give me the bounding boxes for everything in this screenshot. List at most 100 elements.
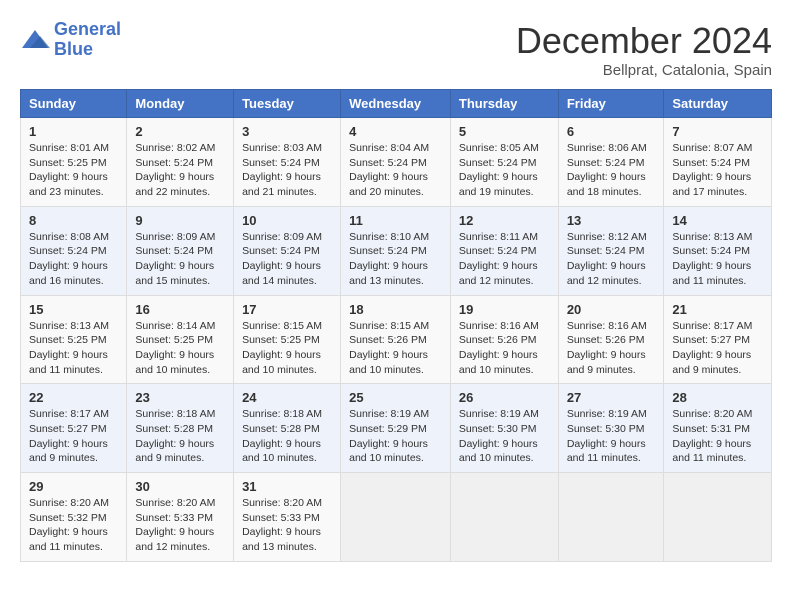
calendar-cell: 27 Sunrise: 8:19 AMSunset: 5:30 PMDayligh… [558, 384, 664, 473]
logo: GeneralBlue [20, 20, 121, 60]
calendar-cell: 7 Sunrise: 8:07 AMSunset: 5:24 PMDaylight… [664, 118, 772, 207]
calendar-cell: 14 Sunrise: 8:13 AMSunset: 5:24 PMDayligh… [664, 206, 772, 295]
logo-text: GeneralBlue [54, 20, 121, 60]
header-row: Sunday Monday Tuesday Wednesday Thursday… [21, 90, 772, 118]
day-info: Sunrise: 8:18 AMSunset: 5:28 PMDaylight:… [242, 407, 332, 466]
day-number: 14 [672, 213, 763, 228]
day-number: 30 [135, 479, 225, 494]
day-info: Sunrise: 8:13 AMSunset: 5:25 PMDaylight:… [29, 319, 118, 378]
calendar-row: 8Sunrise: 8:08 AMSunset: 5:24 PMDaylight… [21, 206, 772, 295]
calendar-cell: 5Sunrise: 8:05 AMSunset: 5:24 PMDaylight… [450, 118, 558, 207]
day-info: Sunrise: 8:18 AMSunset: 5:28 PMDaylight:… [135, 407, 225, 466]
calendar-cell: 30Sunrise: 8:20 AMSunset: 5:33 PMDayligh… [127, 473, 234, 562]
page-header: GeneralBlue December 2024 Bellprat, Cata… [20, 20, 772, 79]
day-info: Sunrise: 8:19 AMSunset: 5:29 PMDaylight:… [349, 407, 442, 466]
day-number: 3 [242, 124, 332, 139]
calendar-cell: 22 Sunrise: 8:17 AMSunset: 5:27 PMDayligh… [21, 384, 127, 473]
day-number: 10 [242, 213, 332, 228]
day-number: 17 [242, 302, 332, 317]
col-sunday: Sunday [21, 90, 127, 118]
col-friday: Friday [558, 90, 664, 118]
col-monday: Monday [127, 90, 234, 118]
calendar-cell: 31 Sunrise: 8:20 AMSunset: 5:33 PMDayligh… [234, 473, 341, 562]
calendar-cell: 1Sunrise: 8:01 AMSunset: 5:25 PMDaylight… [21, 118, 127, 207]
calendar-cell: 9 Sunrise: 8:09 AMSunset: 5:24 PMDaylight… [127, 206, 234, 295]
col-saturday: Saturday [664, 90, 772, 118]
day-number: 22 [29, 390, 118, 405]
day-info: Sunrise: 8:16 AMSunset: 5:26 PMDaylight:… [567, 319, 656, 378]
day-info: Sunrise: 8:20 AMSunset: 5:32 PMDaylight:… [29, 496, 118, 555]
calendar-cell: 26Sunrise: 8:19 AMSunset: 5:30 PMDayligh… [450, 384, 558, 473]
calendar-cell: 16 Sunrise: 8:14 AMSunset: 5:25 PMDayligh… [127, 295, 234, 384]
calendar-cell: 11 Sunrise: 8:10 AMSunset: 5:24 PMDayligh… [341, 206, 451, 295]
day-number: 28 [672, 390, 763, 405]
logo-icon [20, 28, 50, 52]
day-number: 20 [567, 302, 656, 317]
day-number: 23 [135, 390, 225, 405]
calendar-cell: 8Sunrise: 8:08 AMSunset: 5:24 PMDaylight… [21, 206, 127, 295]
day-number: 9 [135, 213, 225, 228]
calendar-cell [450, 473, 558, 562]
day-number: 12 [459, 213, 550, 228]
day-info: Sunrise: 8:20 AMSunset: 5:33 PMDaylight:… [242, 496, 332, 555]
location: Bellprat, Catalonia, Spain [516, 62, 772, 79]
calendar-row: 22 Sunrise: 8:17 AMSunset: 5:27 PMDayligh… [21, 384, 772, 473]
day-info: Sunrise: 8:10 AMSunset: 5:24 PMDaylight:… [349, 230, 442, 289]
day-number: 27 [567, 390, 656, 405]
month-title: December 2024 [516, 20, 772, 62]
day-info: Sunrise: 8:19 AMSunset: 5:30 PMDaylight:… [567, 407, 656, 466]
calendar-cell [558, 473, 664, 562]
calendar-cell: 23 Sunrise: 8:18 AMSunset: 5:28 PMDayligh… [127, 384, 234, 473]
day-info: Sunrise: 8:17 AMSunset: 5:27 PMDaylight:… [29, 407, 118, 466]
day-info: Sunrise: 8:06 AMSunset: 5:24 PMDaylight:… [567, 141, 656, 200]
title-block: December 2024 Bellprat, Catalonia, Spain [516, 20, 772, 79]
day-number: 6 [567, 124, 656, 139]
calendar-cell: 10 Sunrise: 8:09 AMSunset: 5:24 PMDayligh… [234, 206, 341, 295]
calendar-cell [341, 473, 451, 562]
day-info: Sunrise: 8:17 AMSunset: 5:27 PMDaylight:… [672, 319, 763, 378]
calendar-cell: 25 Sunrise: 8:19 AMSunset: 5:29 PMDayligh… [341, 384, 451, 473]
calendar-row: 1Sunrise: 8:01 AMSunset: 5:25 PMDaylight… [21, 118, 772, 207]
day-info: Sunrise: 8:15 AMSunset: 5:26 PMDaylight:… [349, 319, 442, 378]
day-number: 1 [29, 124, 118, 139]
calendar-cell: 29 Sunrise: 8:20 AMSunset: 5:32 PMDayligh… [21, 473, 127, 562]
day-number: 16 [135, 302, 225, 317]
day-info: Sunrise: 8:04 AMSunset: 5:24 PMDaylight:… [349, 141, 442, 200]
col-thursday: Thursday [450, 90, 558, 118]
calendar-cell: 18 Sunrise: 8:15 AMSunset: 5:26 PMDayligh… [341, 295, 451, 384]
calendar-cell: 28 Sunrise: 8:20 AMSunset: 5:31 PMDayligh… [664, 384, 772, 473]
calendar-cell: 15Sunrise: 8:13 AMSunset: 5:25 PMDayligh… [21, 295, 127, 384]
day-info: Sunrise: 8:12 AMSunset: 5:24 PMDaylight:… [567, 230, 656, 289]
calendar-row: 29 Sunrise: 8:20 AMSunset: 5:32 PMDayligh… [21, 473, 772, 562]
calendar-cell: 17Sunrise: 8:15 AMSunset: 5:25 PMDayligh… [234, 295, 341, 384]
day-number: 19 [459, 302, 550, 317]
day-number: 25 [349, 390, 442, 405]
day-number: 21 [672, 302, 763, 317]
day-info: Sunrise: 8:11 AMSunset: 5:24 PMDaylight:… [459, 230, 550, 289]
day-number: 11 [349, 213, 442, 228]
calendar-table: Sunday Monday Tuesday Wednesday Thursday… [20, 89, 772, 562]
calendar-cell: 3Sunrise: 8:03 AMSunset: 5:24 PMDaylight… [234, 118, 341, 207]
day-number: 7 [672, 124, 763, 139]
calendar-row: 15Sunrise: 8:13 AMSunset: 5:25 PMDayligh… [21, 295, 772, 384]
day-number: 31 [242, 479, 332, 494]
day-info: Sunrise: 8:02 AMSunset: 5:24 PMDaylight:… [135, 141, 225, 200]
day-info: Sunrise: 8:13 AMSunset: 5:24 PMDaylight:… [672, 230, 763, 289]
calendar-cell: 13 Sunrise: 8:12 AMSunset: 5:24 PMDayligh… [558, 206, 664, 295]
day-number: 18 [349, 302, 442, 317]
day-number: 5 [459, 124, 550, 139]
calendar-cell: 19Sunrise: 8:16 AMSunset: 5:26 PMDayligh… [450, 295, 558, 384]
day-info: Sunrise: 8:09 AMSunset: 5:24 PMDaylight:… [135, 230, 225, 289]
calendar-cell: 20 Sunrise: 8:16 AMSunset: 5:26 PMDayligh… [558, 295, 664, 384]
day-info: Sunrise: 8:09 AMSunset: 5:24 PMDaylight:… [242, 230, 332, 289]
calendar-cell: 24 Sunrise: 8:18 AMSunset: 5:28 PMDayligh… [234, 384, 341, 473]
day-number: 26 [459, 390, 550, 405]
day-number: 13 [567, 213, 656, 228]
calendar-cell [664, 473, 772, 562]
day-info: Sunrise: 8:14 AMSunset: 5:25 PMDaylight:… [135, 319, 225, 378]
day-info: Sunrise: 8:07 AMSunset: 5:24 PMDaylight:… [672, 141, 763, 200]
calendar-cell: 6 Sunrise: 8:06 AMSunset: 5:24 PMDaylight… [558, 118, 664, 207]
day-number: 29 [29, 479, 118, 494]
day-number: 24 [242, 390, 332, 405]
day-info: Sunrise: 8:20 AMSunset: 5:31 PMDaylight:… [672, 407, 763, 466]
